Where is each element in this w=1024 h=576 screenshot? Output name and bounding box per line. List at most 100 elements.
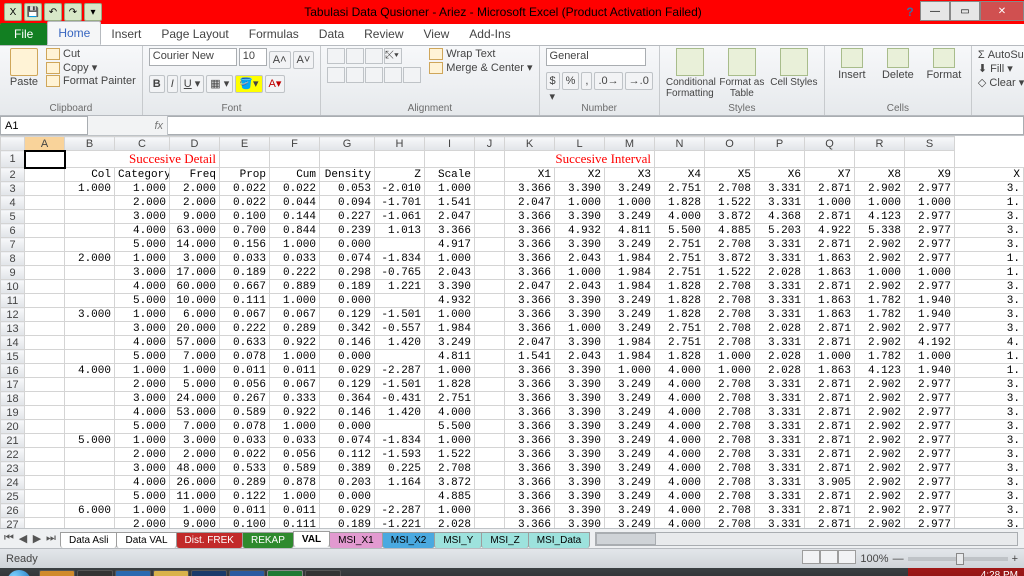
align-middle-button[interactable]: [346, 48, 364, 64]
cell[interactable]: 3.: [955, 224, 1024, 238]
sheet-tab[interactable]: VAL: [293, 531, 330, 547]
col-header[interactable]: A: [25, 137, 65, 151]
cell[interactable]: 2.902: [855, 336, 905, 350]
cell[interactable]: 3.366: [505, 182, 555, 196]
cell[interactable]: 3.331: [755, 308, 805, 322]
cell[interactable]: 1.000: [65, 182, 115, 196]
cell[interactable]: 2.871: [805, 518, 855, 529]
cell[interactable]: 2.977: [905, 252, 955, 266]
cell[interactable]: 2.708: [705, 238, 755, 252]
cell[interactable]: 3.366: [425, 224, 475, 238]
cell[interactable]: 1.984: [605, 252, 655, 266]
cell[interactable]: 2.708: [705, 518, 755, 529]
cell[interactable]: 1.000: [270, 238, 320, 252]
cell[interactable]: 0.044: [270, 196, 320, 210]
cell[interactable]: 2.977: [905, 504, 955, 518]
cell[interactable]: 3.249: [605, 392, 655, 406]
col-label[interactable]: X: [955, 168, 1024, 182]
cell[interactable]: 3.: [955, 280, 1024, 294]
cell[interactable]: 1.984: [425, 322, 475, 336]
col-header[interactable]: J: [475, 137, 505, 151]
cell[interactable]: 3.: [955, 308, 1024, 322]
cell[interactable]: 0.146: [320, 336, 375, 350]
cell[interactable]: 2.751: [655, 336, 705, 350]
cell[interactable]: 1.782: [855, 308, 905, 322]
cell[interactable]: 0.067: [270, 378, 320, 392]
cell[interactable]: 1.000: [425, 504, 475, 518]
cell[interactable]: 1.000: [855, 266, 905, 280]
col-label[interactable]: X5: [705, 168, 755, 182]
cell[interactable]: 2.028: [755, 322, 805, 336]
cell[interactable]: 2.028: [755, 364, 805, 378]
cell[interactable]: 2.708: [705, 406, 755, 420]
zoom-out-button[interactable]: —: [893, 553, 904, 565]
cell[interactable]: 3.249: [605, 182, 655, 196]
cell[interactable]: 48.000: [170, 462, 220, 476]
cell[interactable]: 2.871: [805, 210, 855, 224]
cell[interactable]: 1.000: [425, 182, 475, 196]
cell[interactable]: 3.390: [555, 182, 605, 196]
name-box[interactable]: [0, 116, 88, 135]
cell[interactable]: 1.000: [115, 434, 170, 448]
tab-view[interactable]: View: [414, 23, 460, 45]
fill-color-button[interactable]: 🪣▾: [235, 75, 262, 93]
align-right-button[interactable]: [365, 67, 383, 83]
cell[interactable]: 0.011: [220, 504, 270, 518]
cell[interactable]: 0.533: [220, 462, 270, 476]
cell[interactable]: 1.000: [905, 266, 955, 280]
cell[interactable]: 1.984: [605, 266, 655, 280]
cell[interactable]: 2.902: [855, 518, 905, 529]
col-header[interactable]: H: [375, 137, 425, 151]
cell[interactable]: [65, 420, 115, 434]
cell[interactable]: [65, 336, 115, 350]
cell[interactable]: 0.112: [320, 448, 375, 462]
cell[interactable]: [65, 448, 115, 462]
col-label[interactable]: X8: [855, 168, 905, 182]
cell[interactable]: 2.751: [655, 266, 705, 280]
cell[interactable]: 2.708: [705, 462, 755, 476]
cell[interactable]: 4.123: [855, 210, 905, 224]
cell[interactable]: 3.: [955, 322, 1024, 336]
cell[interactable]: 3.249: [605, 238, 655, 252]
cell[interactable]: 3.390: [555, 364, 605, 378]
cell[interactable]: 3.390: [555, 406, 605, 420]
col-label[interactable]: X2: [555, 168, 605, 182]
cell[interactable]: 3.366: [505, 266, 555, 280]
col-header[interactable]: O: [705, 137, 755, 151]
cell[interactable]: 1.000: [605, 364, 655, 378]
cell[interactable]: 3.366: [505, 462, 555, 476]
cell[interactable]: 4.932: [555, 224, 605, 238]
cell[interactable]: 3.366: [505, 210, 555, 224]
cell[interactable]: 3.331: [755, 196, 805, 210]
cell[interactable]: 2.902: [855, 182, 905, 196]
cell[interactable]: 0.225: [375, 462, 425, 476]
cell[interactable]: 1.000: [605, 196, 655, 210]
cell[interactable]: 2.902: [855, 252, 905, 266]
cell[interactable]: 0.189: [320, 280, 375, 294]
task-chrome[interactable]: ◯: [77, 570, 113, 576]
cell[interactable]: 5.000: [115, 238, 170, 252]
cell[interactable]: 0.342: [320, 322, 375, 336]
cell[interactable]: 1.863: [805, 266, 855, 280]
cell[interactable]: 6.000: [65, 504, 115, 518]
cell[interactable]: 2.871: [805, 406, 855, 420]
task-word[interactable]: W: [229, 570, 265, 576]
grow-font-button[interactable]: A˄: [269, 51, 291, 69]
indent-dec-button[interactable]: [384, 67, 402, 83]
cell[interactable]: 2.047: [505, 336, 555, 350]
cell[interactable]: 0.289: [270, 322, 320, 336]
cell[interactable]: 2.977: [905, 210, 955, 224]
cell[interactable]: 0.022: [220, 196, 270, 210]
cell[interactable]: 3.: [955, 504, 1024, 518]
cell[interactable]: 4.000: [655, 210, 705, 224]
sheet-tab[interactable]: MSI_Y: [434, 532, 482, 548]
cell[interactable]: 17.000: [170, 266, 220, 280]
task-media[interactable]: ▶: [115, 570, 151, 576]
cell[interactable]: 1.000: [805, 196, 855, 210]
sheet-tab[interactable]: REKAP: [242, 532, 294, 548]
cell[interactable]: [65, 280, 115, 294]
row-header[interactable]: 1: [1, 151, 25, 168]
cell[interactable]: 2.902: [855, 238, 905, 252]
task-excel[interactable]: X: [267, 570, 303, 576]
cell[interactable]: [375, 238, 425, 252]
